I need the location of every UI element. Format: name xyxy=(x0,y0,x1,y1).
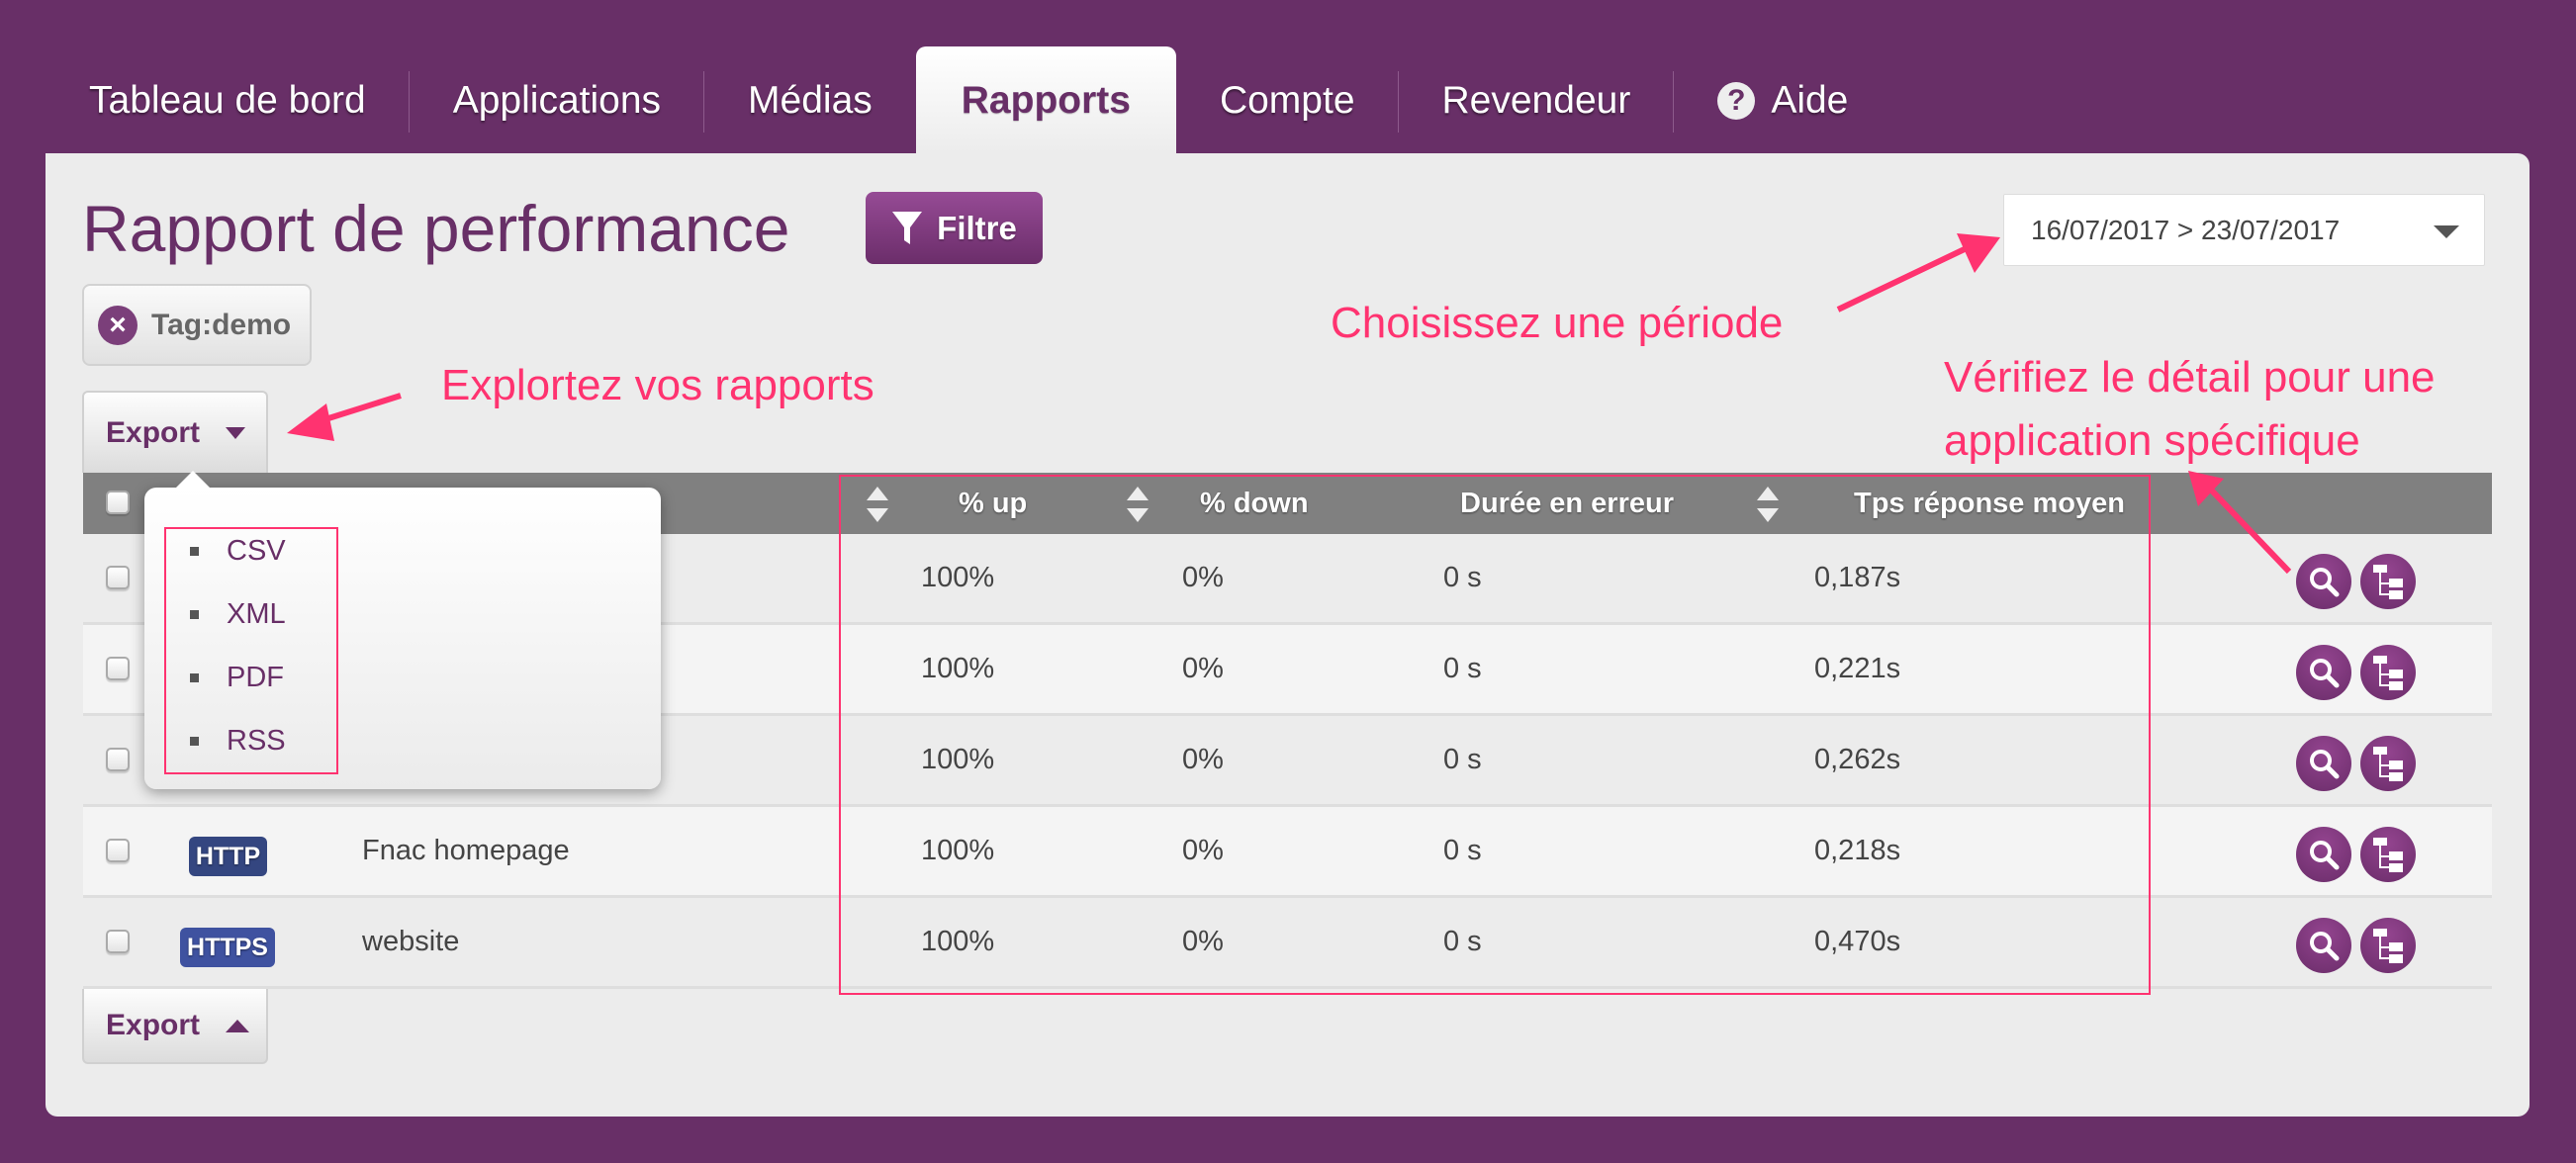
caret-down-icon xyxy=(226,426,246,439)
view-detail-button[interactable] xyxy=(2296,827,2351,882)
export-label: Export xyxy=(106,415,201,449)
tag-filter-label: Tag:demo xyxy=(151,308,292,341)
annotation-detail-line1: Vérifiez le détail pour une xyxy=(1944,353,2436,402)
export-button-top[interactable]: Export xyxy=(82,391,268,473)
view-tree-button[interactable] xyxy=(2360,645,2416,700)
annotation-highlight-box xyxy=(839,475,2151,995)
cell-app-name[interactable]: Fnac homepage xyxy=(362,807,570,895)
tab-label: Aide xyxy=(1771,78,1849,122)
tab-label: Applications xyxy=(452,78,662,122)
tab-label: Médias xyxy=(748,78,873,122)
tab-rapports[interactable]: Rapports xyxy=(915,46,1176,154)
view-detail-button[interactable] xyxy=(2296,736,2351,791)
cell-app-name[interactable]: website xyxy=(362,898,459,986)
filter-label: Filtre xyxy=(937,209,1017,246)
magnifier-icon xyxy=(2310,750,2340,779)
row-checkbox[interactable] xyxy=(106,657,130,680)
view-tree-button[interactable] xyxy=(2360,736,2416,791)
view-detail-button[interactable] xyxy=(2296,645,2351,700)
date-range-value: 16/07/2017 > 23/07/2017 xyxy=(2031,214,2341,245)
hierarchy-icon xyxy=(2373,747,2403,781)
tab-medias[interactable]: Médias xyxy=(704,46,916,154)
export-button-bottom[interactable]: Export xyxy=(82,989,268,1064)
hierarchy-icon xyxy=(2373,656,2403,690)
view-tree-button[interactable] xyxy=(2360,554,2416,609)
remove-tag-icon[interactable]: × xyxy=(98,305,138,345)
magnifier-icon xyxy=(2310,841,2340,870)
tab-aide[interactable]: ? Aide xyxy=(1674,46,1891,154)
annotation-period: Choisissez une période xyxy=(1331,299,1784,347)
hierarchy-icon xyxy=(2373,929,2403,963)
help-icon: ? xyxy=(1717,81,1756,120)
page-title: Rapport de performance xyxy=(82,192,790,265)
tab-label: Rapports xyxy=(961,78,1131,122)
magnifier-icon xyxy=(2310,659,2340,688)
protocol-badge: HTTPS xyxy=(180,928,275,967)
view-detail-button[interactable] xyxy=(2296,554,2351,609)
annotation-detail-line2: application spécifique xyxy=(1944,416,2360,465)
row-checkbox[interactable] xyxy=(106,748,130,771)
main-nav: Tableau de bord Applications Médias Rapp… xyxy=(46,45,1891,154)
annotation-highlight-box xyxy=(164,527,338,774)
caret-up-icon xyxy=(226,1019,250,1032)
hierarchy-icon xyxy=(2373,838,2403,872)
hierarchy-icon xyxy=(2373,565,2403,599)
row-checkbox[interactable] xyxy=(106,930,130,953)
tab-tableau-de-bord[interactable]: Tableau de bord xyxy=(46,46,410,154)
magnifier-icon xyxy=(2310,932,2340,961)
chevron-down-icon xyxy=(2434,225,2459,238)
tab-revendeur[interactable]: Revendeur xyxy=(1399,46,1675,154)
tab-applications[interactable]: Applications xyxy=(410,46,705,154)
tab-label: Revendeur xyxy=(1441,78,1631,122)
select-all-checkbox[interactable] xyxy=(106,491,130,514)
filter-button[interactable]: Filtre xyxy=(866,192,1043,264)
row-checkbox[interactable] xyxy=(106,839,130,862)
date-range-select[interactable]: 16/07/2017 > 23/07/2017 xyxy=(2003,194,2485,266)
tab-compte[interactable]: Compte xyxy=(1176,46,1399,154)
tag-filter-chip[interactable]: × Tag:demo xyxy=(82,284,312,366)
tab-label: Tableau de bord xyxy=(89,78,366,122)
annotation-explore: Explortez vos rapports xyxy=(441,361,874,409)
magnifier-icon xyxy=(2310,568,2340,597)
view-detail-button[interactable] xyxy=(2296,918,2351,973)
row-checkbox[interactable] xyxy=(106,566,130,589)
view-tree-button[interactable] xyxy=(2360,827,2416,882)
export-dropdown-menu: CSV XML PDF RSS xyxy=(144,471,661,789)
funnel-icon xyxy=(892,211,923,244)
export-label: Export xyxy=(106,1009,201,1041)
tab-label: Compte xyxy=(1219,78,1355,122)
protocol-badge: HTTP xyxy=(189,837,267,876)
view-tree-button[interactable] xyxy=(2360,918,2416,973)
